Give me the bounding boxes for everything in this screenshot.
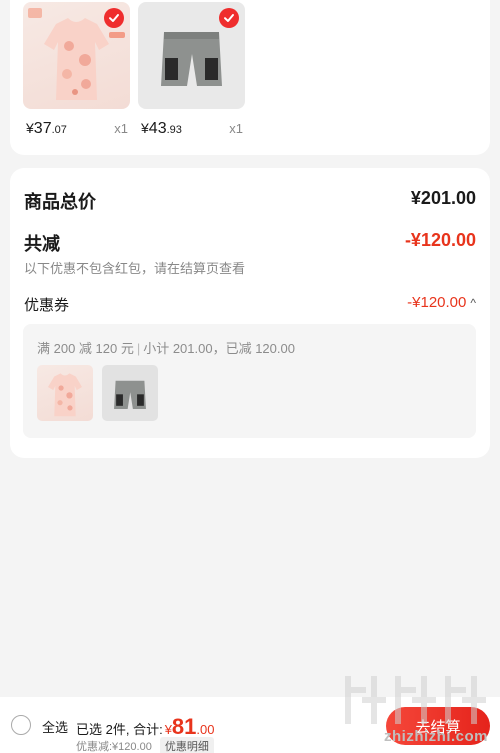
- total-price-value: ¥201.00: [410, 188, 476, 208]
- price-summary-card: 商品总价 ¥201.00 共减 -¥120.00 以下优惠不包含红包，请在结算页…: [10, 168, 490, 458]
- coupon-product-thumb-shorts: [102, 365, 158, 421]
- product-item[interactable]: ¥43.93 x1: [138, 2, 245, 137]
- total-reduction-label: 共减: [24, 234, 60, 254]
- discount-line: 优惠减:¥120.00 优惠明细: [76, 737, 214, 753]
- watermark-text: zhizhizhi.com: [384, 728, 488, 745]
- select-all-label[interactable]: 全选: [42, 717, 68, 736]
- reduction-note: 以下优惠不包含红包，请在结算页查看: [24, 261, 246, 276]
- chevron-up-icon: ^: [470, 295, 476, 310]
- dress-thumb-illustration: [47, 373, 83, 417]
- product-image-dress[interactable]: [23, 2, 130, 109]
- product-card: ¥37.07 x1 ¥43.93 x1: [10, 0, 490, 155]
- price-row: ¥43.93 x1: [138, 120, 245, 140]
- product-item[interactable]: ¥37.07 x1: [23, 2, 130, 137]
- select-all-radio[interactable]: [11, 715, 31, 735]
- selected-check-icon[interactable]: [104, 8, 124, 28]
- total-price-label: 商品总价: [24, 192, 96, 212]
- coupon-subtotal: 小计 201.00，已减 120.00: [143, 341, 295, 356]
- coupon-rule-text: 满 200 减 120 元 | 小计 201.00，已减 120.00: [37, 338, 295, 357]
- shorts-thumb-illustration: [114, 380, 146, 409]
- total-currency: ¥: [164, 722, 172, 737]
- product-price: ¥37.07: [26, 120, 67, 137]
- cart-page: ¥37.07 x1 ¥43.93 x1 商品总价 ¥201.00 共减 -¥12…: [0, 0, 500, 753]
- coupon-value: -¥120.00: [407, 294, 467, 311]
- total-reduction-value: -¥120.00: [404, 230, 476, 250]
- product-image-shorts[interactable]: [138, 2, 245, 109]
- product-qty: x1: [229, 121, 243, 136]
- divider: |: [136, 341, 141, 356]
- total-amount-dec: .00: [196, 722, 215, 737]
- coupon-label: 优惠券: [24, 297, 70, 314]
- coupon-detail-box: 满 200 减 120 元 | 小计 201.00，已减 120.00: [23, 324, 476, 438]
- price-row: ¥37.07 x1: [23, 120, 130, 140]
- discount-amount: 优惠减:¥120.00: [76, 741, 152, 753]
- product-price: ¥43.93: [141, 120, 182, 137]
- selected-count-text: 已选 2件, 合计:: [76, 722, 163, 737]
- product-qty: x1: [114, 121, 128, 136]
- selected-check-icon[interactable]: [219, 8, 239, 28]
- discount-detail-button[interactable]: 优惠明细: [159, 737, 214, 753]
- coupon-rule: 满 200 减 120 元: [37, 341, 134, 356]
- coupon-product-thumb-dress: [37, 365, 93, 421]
- coupon-toggle[interactable]: -¥120.00 ^: [407, 294, 476, 311]
